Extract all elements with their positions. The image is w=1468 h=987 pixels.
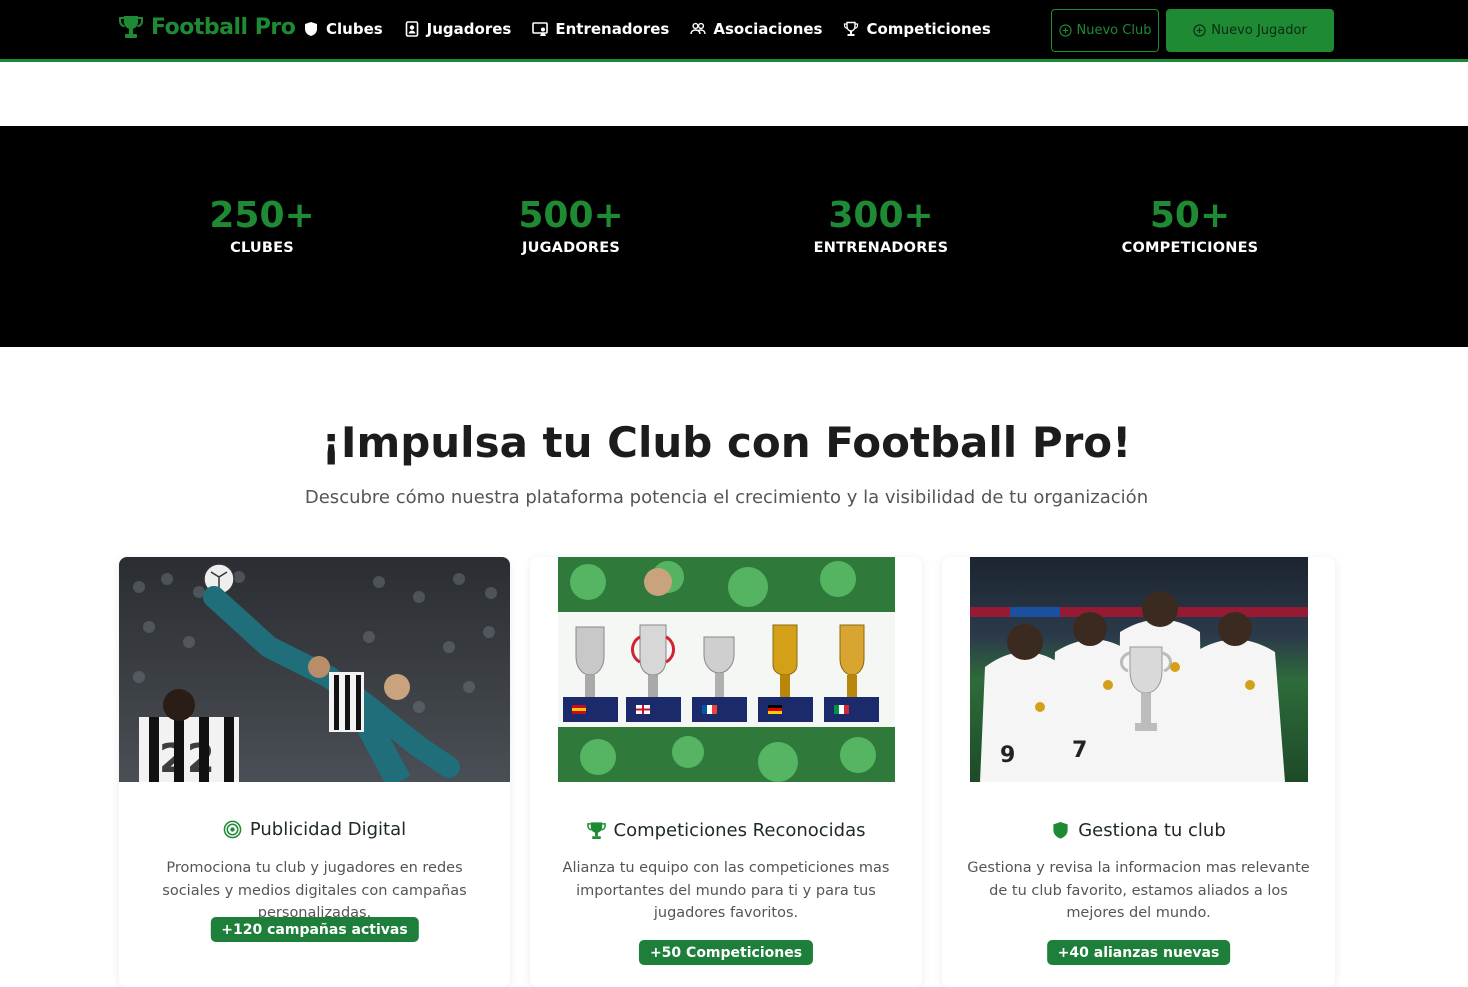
stat-value: 300+ xyxy=(828,195,934,236)
card-badge: +50 Competiciones xyxy=(638,940,814,965)
promo-subtitle: Descubre cómo nuestra plataforma potenci… xyxy=(304,487,1149,508)
stat-label: ENTRENADORES xyxy=(813,240,949,256)
shield-icon xyxy=(305,22,317,36)
bicycle-kick-photo: 22 xyxy=(119,557,510,782)
card-title: Competiciones Reconocidas xyxy=(530,820,922,841)
trophy-icon xyxy=(586,822,606,840)
nav-item-label: Jugadores xyxy=(426,20,512,38)
svg-text:7: 7 xyxy=(1072,738,1087,763)
trophies-collage xyxy=(558,557,895,782)
card-description: Alianza tu equipo con las competiciones … xyxy=(562,860,890,921)
top-navbar: Football Pro Clubes Jugadores Entrenador… xyxy=(0,0,1468,62)
card-gestiona[interactable]: 9 7 Gestiona tu club Gestiona y revisa l… xyxy=(942,557,1335,987)
brand-name: Football Pro xyxy=(151,14,296,40)
trophy-outline-icon xyxy=(844,21,859,36)
card-title-text: Competiciones Reconocidas xyxy=(613,820,866,841)
stat-entrenadores: 300+ ENTRENADORES xyxy=(761,194,1001,256)
card-badge: +120 campañas activas xyxy=(210,917,419,942)
shield-icon xyxy=(1053,821,1068,839)
card-title: Publicidad Digital xyxy=(119,819,510,840)
nav-item-label: Entrenadores xyxy=(555,20,670,38)
person-screen-icon xyxy=(532,22,549,36)
trophy-icon xyxy=(119,16,143,38)
card-description: Gestiona y revisa la informacion mas rel… xyxy=(967,860,1310,921)
stat-label: CLUBES xyxy=(230,240,294,256)
stat-value: 250+ xyxy=(209,195,315,236)
stat-clubes: 250+ CLUBES xyxy=(142,194,382,256)
nav-item-label: Clubes xyxy=(326,20,383,38)
stat-jugadores: 500+ JUGADORES xyxy=(451,194,691,256)
nav-item-entrenadores[interactable]: Entrenadores xyxy=(532,20,669,38)
nav-item-asociaciones[interactable]: Asociaciones xyxy=(690,20,822,38)
card-badge: +40 alianzas nuevas xyxy=(1046,940,1231,965)
nav-menu: Clubes Jugadores Entrenadores Asociacion… xyxy=(303,20,991,38)
stat-label: COMPETICIONES xyxy=(1121,240,1259,256)
card-title-text: Gestiona tu club xyxy=(1078,820,1226,841)
card-competiciones[interactable]: Competiciones Reconocidas Alianza tu equ… xyxy=(530,557,922,987)
new-player-button[interactable]: Nuevo Jugador xyxy=(1166,9,1334,52)
stat-competiciones: 50+ COMPETICIONES xyxy=(1070,194,1310,256)
nav-item-label: Asociaciones xyxy=(713,20,823,38)
new-club-button[interactable]: Nuevo Club xyxy=(1051,9,1159,52)
nav-item-jugadores[interactable]: Jugadores xyxy=(404,20,512,38)
nav-item-label: Competiciones xyxy=(866,20,991,38)
stat-value: 50+ xyxy=(1149,195,1231,236)
plus-circle-icon xyxy=(1193,24,1206,37)
plus-circle-icon xyxy=(1058,24,1072,37)
team-celebration-photo: 9 7 xyxy=(970,557,1308,782)
card-description: Promociona tu club y jugadores en redes … xyxy=(162,860,467,921)
stats-band: 250+ CLUBES 500+ JUGADORES 300+ ENTRENAD… xyxy=(0,126,1468,347)
nav-item-clubes[interactable]: Clubes xyxy=(303,20,383,38)
new-club-label: Nuevo Club xyxy=(1076,23,1152,38)
brand-logo[interactable]: Football Pro xyxy=(119,14,296,40)
svg-text:9: 9 xyxy=(1000,743,1015,768)
promo-title: ¡Impulsa tu Club con Football Pro! xyxy=(321,418,1132,467)
people-icon xyxy=(690,22,707,35)
target-icon xyxy=(223,820,242,839)
card-title: Gestiona tu club xyxy=(942,820,1335,841)
card-publicidad[interactable]: 22 Publicidad Digital Promociona tu club… xyxy=(119,557,510,987)
stat-value: 500+ xyxy=(518,195,624,236)
new-player-label: Nuevo Jugador xyxy=(1211,23,1307,38)
stat-label: JUGADORES xyxy=(522,240,620,256)
id-badge-icon xyxy=(405,21,418,37)
svg-text:22: 22 xyxy=(159,736,215,782)
card-title-text: Publicidad Digital xyxy=(249,819,407,840)
nav-item-competiciones[interactable]: Competiciones xyxy=(843,20,991,38)
